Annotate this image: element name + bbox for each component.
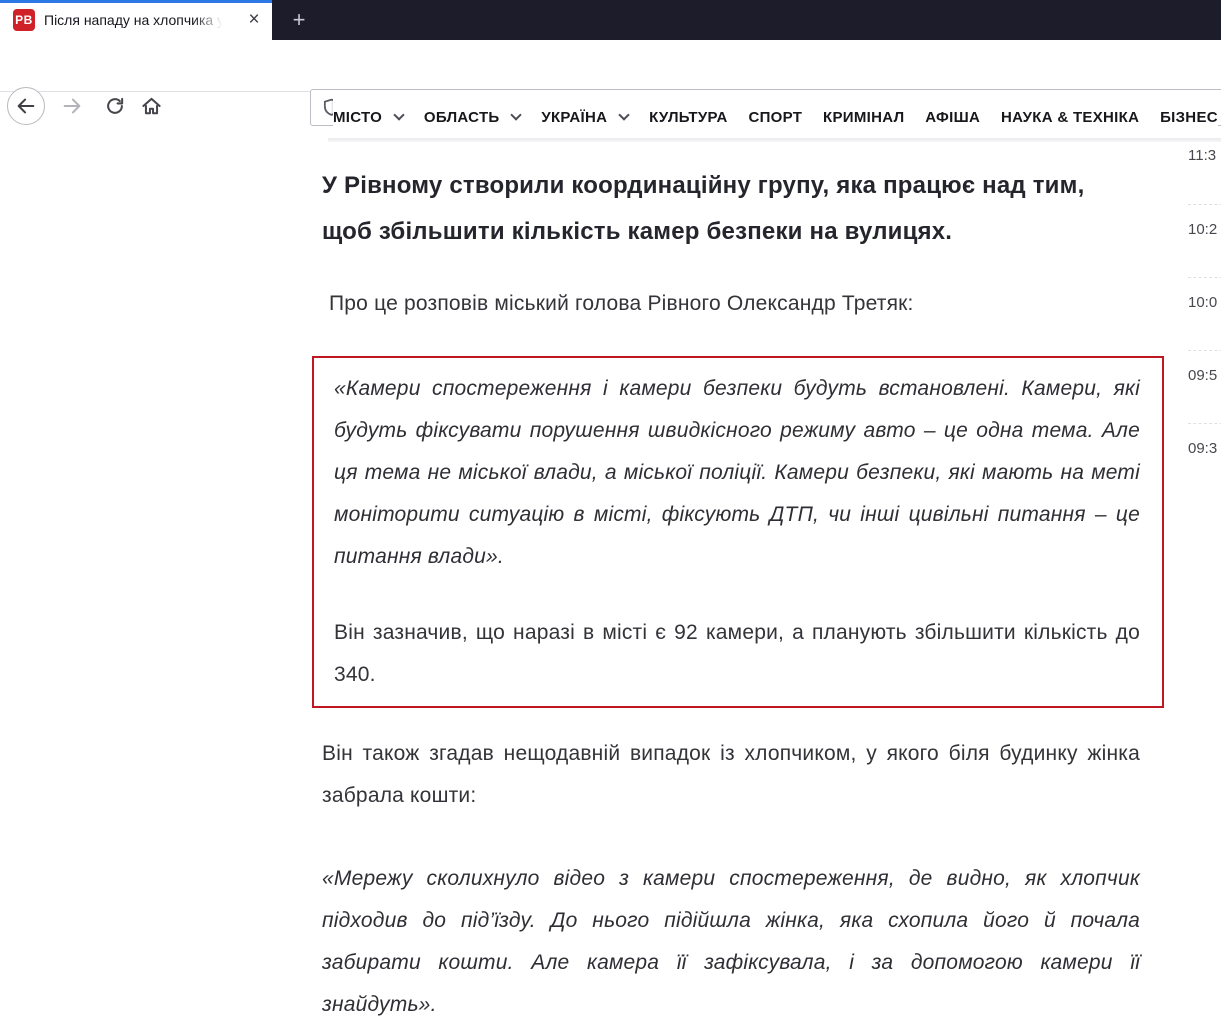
article-lead: Про це розповів міський голова Рівного О…: [329, 292, 914, 315]
new-tab-button[interactable]: +: [284, 6, 314, 34]
news-item-timestamp[interactable]: 09:3: [1188, 423, 1221, 496]
home-icon: [140, 95, 163, 118]
reload-icon: [104, 95, 126, 117]
nav-menu-item[interactable]: БІЗНЕС: [1160, 109, 1218, 126]
news-item-timestamp[interactable]: 11:3: [1188, 131, 1221, 204]
forward-button[interactable]: [53, 87, 91, 125]
quote-text: «Камери спостереження і камери безпеки б…: [334, 377, 1140, 568]
browser-tab[interactable]: РВ Після нападу на хлопчика у Рі ×: [0, 0, 272, 40]
nav-item-label: БІЗНЕС: [1160, 108, 1218, 126]
forward-arrow-icon: [61, 95, 83, 117]
reload-button[interactable]: [96, 87, 134, 125]
site-favicon: РВ: [13, 9, 35, 31]
highlighted-quote-box: «Камери спостереження і камери безпеки б…: [312, 356, 1164, 708]
news-list-times: 11:3 10:2 10:0 09:5 09:3: [1188, 131, 1221, 496]
quote-text-2: «Мережу сколихнуло відео з камери спосте…: [322, 867, 1140, 1016]
news-item-timestamp[interactable]: 10:2: [1188, 204, 1221, 277]
quote-note: Він зазначив, що наразі в місті є 92 кам…: [334, 621, 1140, 686]
back-arrow-icon: [15, 95, 37, 117]
news-item-timestamp[interactable]: 09:5: [1188, 350, 1221, 423]
tab-title: Після нападу на хлопчика у Рі: [44, 12, 226, 28]
home-button[interactable]: [132, 87, 170, 125]
article-intro: У Рівному створили координаційну групу, …: [322, 172, 1085, 245]
article-paragraph: Він також згадав нещодавній випадок із х…: [322, 742, 1140, 807]
article-body: У Рівному створили координаційну групу, …: [312, 0, 1164, 1027]
active-tab-accent-line: [0, 0, 272, 3]
news-item-timestamp[interactable]: 10:0: [1188, 277, 1221, 350]
tab-close-icon[interactable]: ×: [242, 8, 266, 32]
back-button[interactable]: [7, 87, 45, 125]
